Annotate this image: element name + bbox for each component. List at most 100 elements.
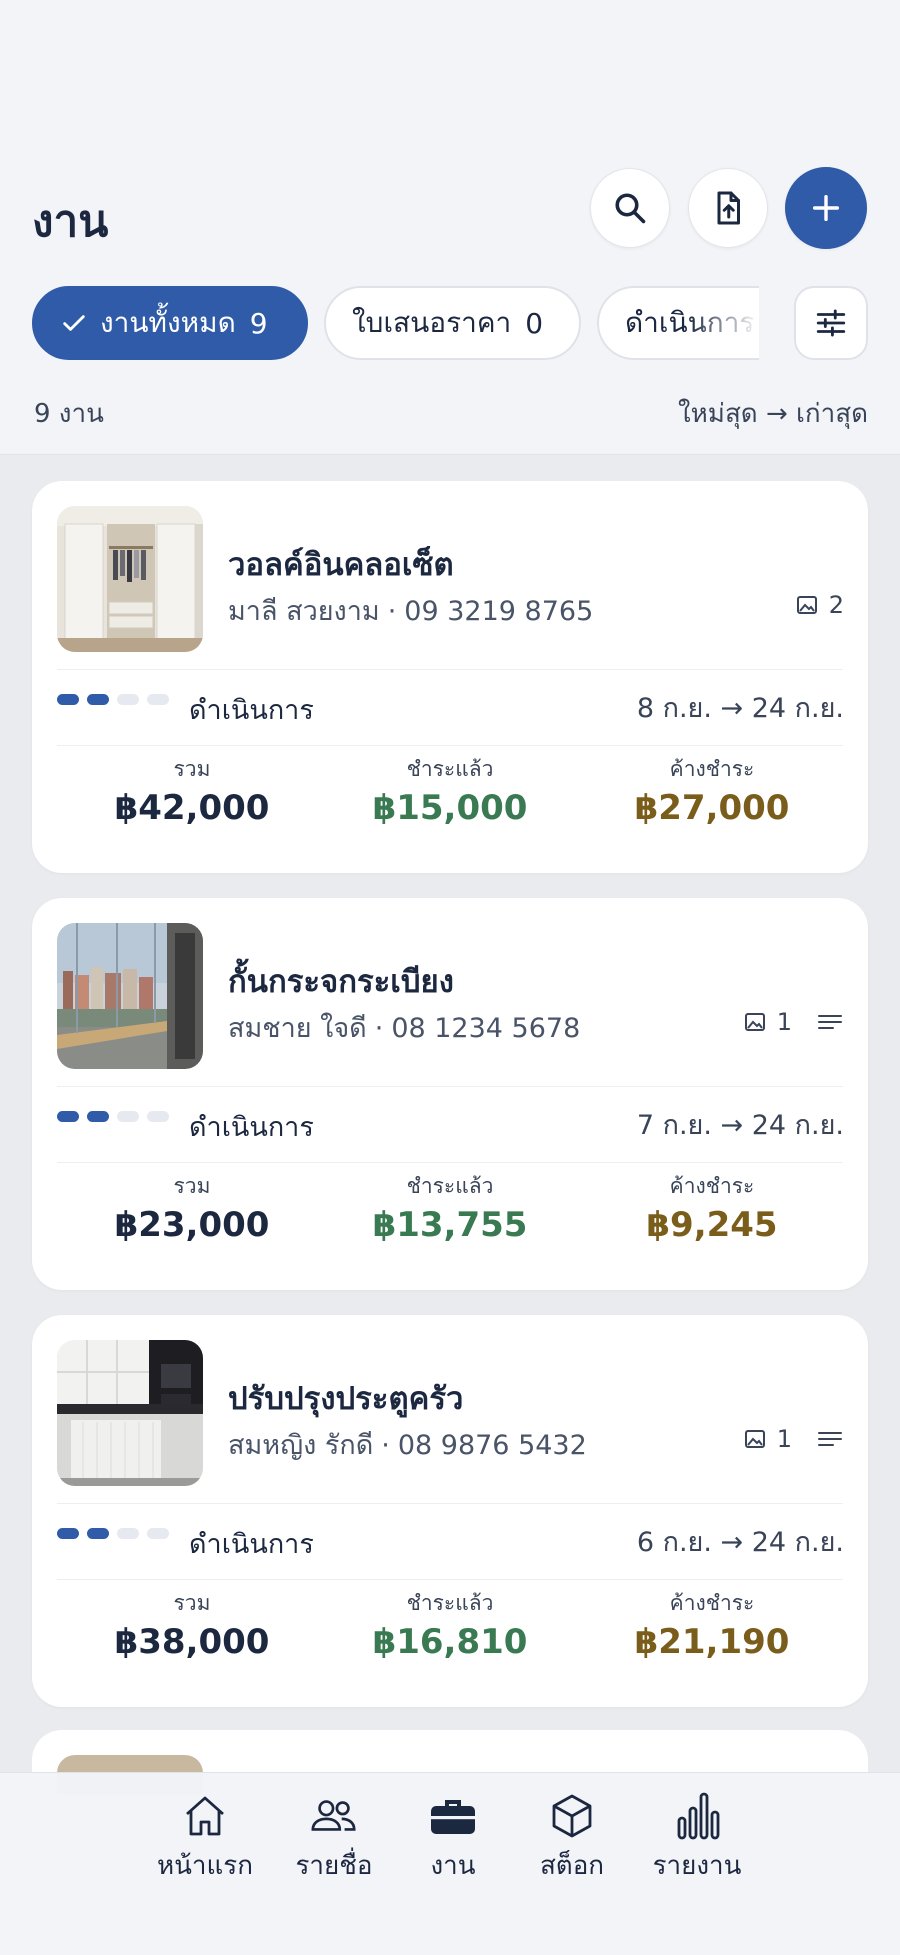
due-amount: ฿21,190 [634,1622,790,1662]
progress-step-done [87,694,109,705]
page-title: งาน [32,196,109,247]
divider [57,669,843,670]
nav-stock[interactable]: สต็อก [512,1787,632,1886]
customer-phone: 09 3219 8765 [404,596,594,627]
nav-label: งาน [430,1851,476,1881]
job-attachments: 2 [795,591,844,619]
divider [57,745,843,746]
chip-all-jobs[interactable]: งานทั้งหมด 9 [32,286,308,360]
progress-step-done [87,1528,109,1539]
progress-step-pending [147,694,169,705]
job-customer-line: สมหญิง รักดี · 08 9876 5432 [228,1430,587,1461]
progress-step-pending [147,1528,169,1539]
paid-amount: ฿13,755 [372,1205,528,1245]
divider [57,1579,843,1580]
search-button[interactable] [590,168,670,248]
home-icon [186,1796,224,1836]
money-paid: ชำระแล้ว ฿13,755 [320,1170,580,1245]
money-due: ค้างชำระ ฿9,245 [582,1170,842,1245]
chip-label: งานทั้งหมด [100,306,236,339]
image-icon [744,1013,765,1031]
total-amount: ฿42,000 [114,788,270,828]
box-icon [552,1794,592,1838]
chip-count: 9 [249,306,268,340]
total-label: รวม [173,1591,211,1615]
image-icon [744,1430,765,1448]
job-card[interactable]: กั้นกระจกระเบียง สมชาย ใจดี · 08 1234 5678… [32,898,868,1290]
money-total: รวม ฿42,000 [62,753,322,828]
progress-steps [57,1528,169,1539]
progress-step-pending [117,694,139,705]
chip-in-progress[interactable]: ดำเนินการ [597,286,759,360]
job-date-range: 8 ก.ย. → 24 ก.ย. [636,693,844,724]
nav-label: รายงาน [652,1851,742,1881]
due-amount: ฿9,245 [646,1205,778,1245]
job-status: ดำเนินการ [189,1112,314,1143]
briefcase-icon [431,1800,475,1834]
progress-step-done [57,694,79,705]
customer-name: มาลี สวยงาม [228,596,380,627]
divider [57,1162,843,1163]
image-count: 1 [776,1425,792,1453]
due-label: ค้างชำระ [669,1174,755,1198]
due-label: ค้างชำระ [669,757,755,781]
import-file-button[interactable] [688,168,768,248]
progress-step-done [87,1111,109,1122]
progress-step-pending [147,1111,169,1122]
job-attachments: 1 [743,1008,844,1036]
money-total: รวม ฿38,000 [62,1587,322,1662]
paid-label: ชำระแล้ว [406,1591,494,1615]
progress-step-pending [117,1528,139,1539]
people-icon [311,1800,356,1831]
list-meta: 9 งาน ใหม่สุด → เก่าสุด [34,393,868,434]
customer-phone: 08 9876 5432 [397,1430,587,1461]
notes-icon [818,1015,842,1029]
progress-step-pending [117,1111,139,1122]
search-icon [615,193,646,224]
nav-contacts[interactable]: รายชื่อ [274,1787,394,1886]
chip-fade [689,288,759,358]
notes-icon [818,1432,842,1446]
job-title: วอลค์อินคลอเซ็ต [228,547,454,583]
check-icon [63,315,85,331]
customer-name: สมหญิง รักดี [228,1430,374,1461]
job-card[interactable]: วอลค์อินคลอเซ็ต มาลี สวยงาม · 09 3219 8765… [32,481,868,873]
paid-label: ชำระแล้ว [406,757,494,781]
chip-quotation[interactable]: ใบเสนอราคา 0 [324,286,581,360]
job-status: ดำเนินการ [189,1529,314,1560]
job-count: 9 งาน [34,399,104,429]
total-amount: ฿38,000 [114,1622,270,1662]
job-thumbnail [57,923,203,1069]
job-customer-line: มาลี สวยงาม · 09 3219 8765 [228,596,594,627]
image-count: 2 [828,591,844,619]
total-label: รวม [173,757,211,781]
divider [57,1503,843,1504]
file-upload-icon [717,191,740,225]
job-thumbnail [57,506,203,652]
header-area: งาน งานทั้งหมด 9 ใบเสนอราคา 0 ดำเนินการ … [0,0,900,455]
image-count: 1 [776,1008,792,1036]
nav-label: หน้าแรก [157,1851,253,1881]
nav-label: สต็อก [539,1851,605,1881]
money-due: ค้างชำระ ฿21,190 [582,1587,842,1662]
image-icon [796,596,817,614]
job-customer-line: สมชาย ใจดี · 08 1234 5678 [228,1013,581,1044]
add-job-button[interactable] [785,167,867,249]
customer-name: สมชาย ใจดี [228,1013,367,1044]
divider [57,1086,843,1087]
money-total: รวม ฿23,000 [62,1170,322,1245]
plus-icon [812,194,840,222]
money-paid: ชำระแล้ว ฿16,810 [320,1587,580,1662]
sort-toggle[interactable]: ใหม่สุด → เก่าสุด [678,393,868,434]
total-amount: ฿23,000 [114,1205,270,1245]
nav-jobs[interactable]: งาน [393,1787,513,1886]
progress-steps [57,1111,169,1122]
paid-amount: ฿15,000 [372,788,528,828]
job-date-range: 6 ก.ย. → 24 ก.ย. [636,1527,844,1558]
filter-settings-button[interactable] [794,286,868,360]
job-card[interactable]: ปรับปรุงประตูครัว สมหญิง รักดี · 08 9876 5… [32,1315,868,1707]
nav-home[interactable]: หน้าแรก [145,1787,265,1886]
job-title: กั้นกระจกระเบียง [228,964,454,1000]
nav-reports[interactable]: รายงาน [637,1787,757,1886]
progress-step-done [57,1111,79,1122]
